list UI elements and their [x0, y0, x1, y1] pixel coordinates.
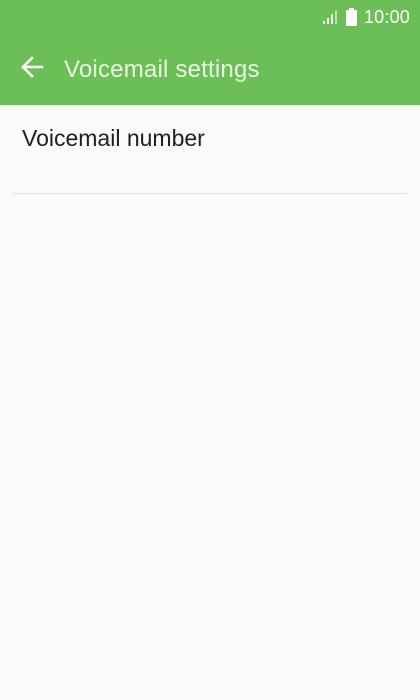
app-bar: Voicemail settings: [0, 34, 420, 105]
voicemail-number-item[interactable]: Voicemail number: [0, 105, 420, 194]
back-button[interactable]: [0, 34, 64, 105]
signal-icon: [322, 9, 339, 25]
page-title: Voicemail settings: [64, 55, 260, 83]
status-bar: 10:00: [0, 0, 420, 34]
voicemail-number-label: Voicemail number: [22, 125, 205, 151]
voicemail-settings-screen: 10:00 Voicemail settings Voicemail numbe…: [0, 0, 420, 700]
status-icons: 10:00: [322, 6, 410, 28]
status-clock: 10:00: [363, 7, 410, 27]
back-arrow-icon: [20, 56, 44, 83]
list-divider: [13, 193, 407, 194]
settings-list: Voicemail number: [0, 105, 420, 194]
battery-icon: [345, 8, 357, 26]
